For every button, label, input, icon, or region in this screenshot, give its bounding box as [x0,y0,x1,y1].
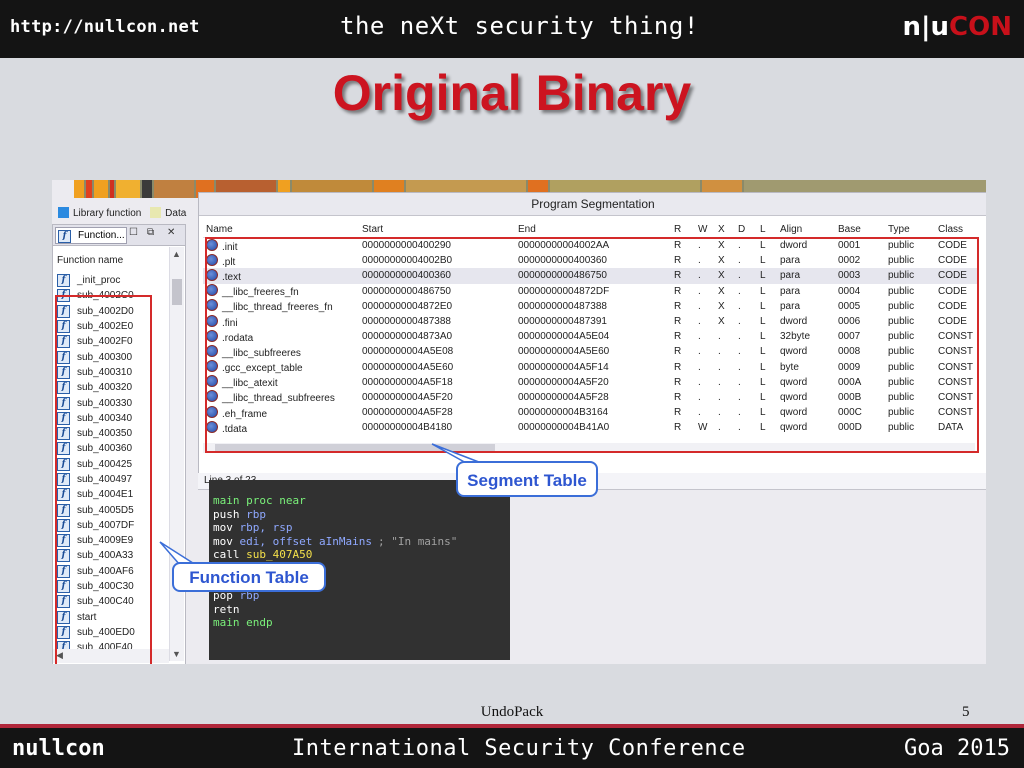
segment-table-callout: Segment Table [456,461,598,497]
function-list-highlight [55,295,152,664]
function-list-scrollbar[interactable]: ▲ ▼ [169,247,184,661]
column-header-align[interactable]: Align [777,221,835,238]
code-line[interactable]: retn [213,603,240,617]
operand: edi, offset aInMains [239,534,372,548]
operand: sub_407A50 [246,548,313,562]
mnemonic: push [213,507,240,521]
close-icon[interactable]: ✕ [167,227,175,238]
function-icon: f [57,274,70,288]
legend: Library function Data [58,207,186,219]
code-line[interactable]: push rbp [213,508,266,522]
operand: rbp, rsp [239,521,293,535]
mnemonic: retn [213,602,240,616]
code-line[interactable]: call sub_407A50 [213,548,312,562]
column-header-x[interactable]: X [715,221,735,238]
mnemonic: mov [213,534,233,548]
code-padding [233,521,240,534]
logo-part-1: n|u [902,12,950,42]
logo-part-2: CON [949,12,1012,42]
functions-window: f Function... ☐ ⧉ ✕ Function name f _init_… [52,224,186,664]
legend-library-label: Library function [73,208,142,219]
top-banner: http://nullcon.net the neXt security thi… [0,0,1024,58]
code-line[interactable]: main endp [213,616,273,630]
legend-data-label: Data [165,208,187,219]
banner-url[interactable]: http://nullcon.net [10,17,200,37]
nullcon-logo: n|uCON [903,12,1012,42]
float-icon[interactable]: ⧉ [147,227,154,238]
function-list-item[interactable]: f _init_proc [57,273,167,288]
tab-functions[interactable]: f Function... [55,227,127,244]
operand: rbp [246,507,266,521]
column-header-class[interactable]: Class [935,221,979,238]
scroll-down-icon[interactable]: ▼ [172,649,181,659]
segment-table-highlight [205,237,979,453]
column-header-l[interactable]: L [757,221,777,238]
column-header-d[interactable]: D [735,221,757,238]
mnemonic: mov [213,521,233,535]
bottom-banner: nullcon International Security Conferenc… [0,728,1024,768]
banner-tagline: the neXt security thing! [340,12,699,40]
bottom-conference: International Security Conference [292,736,746,761]
code-line[interactable]: mov edi, offset aInMains ; "In mains" [213,535,457,549]
code-line[interactable]: main proc near [213,494,306,508]
tab-functions-label: Function... [78,230,125,241]
column-header-type[interactable]: Type [885,221,935,238]
function-name-header[interactable]: Function name [57,255,123,266]
column-header-r[interactable]: R [671,221,695,238]
library-function-swatch [58,207,69,218]
code-comment: ; "In mains" [377,534,458,548]
program-segmentation-window: Program Segmentation Name Start End R W X D L Al… [198,192,986,474]
bottom-nullcon: nullcon [12,736,105,761]
scroll-up-icon[interactable]: ▲ [172,249,181,259]
function-table-callout: Function Table [172,562,326,592]
proc-directive: main proc near [213,494,306,507]
segmentation-title: Program Segmentation [199,193,986,216]
footer-title: UndoPack [480,704,544,720]
code-line[interactable]: mov rbp, rsp [213,521,292,535]
slide-title: Original Binary [332,65,692,121]
function-name: _init_proc [77,275,121,287]
scrollbar-thumb[interactable] [172,279,182,305]
column-header-name[interactable]: Name [203,221,359,238]
slide-number: 5 [962,704,970,720]
data-swatch [150,207,162,218]
functions-tabbar: f Function... ☐ ⧉ ✕ [53,225,185,246]
restore-icon[interactable]: ☐ [129,227,138,238]
function-icon: f [58,230,71,243]
column-header-end[interactable]: End [515,221,671,238]
code-padding [233,535,240,548]
mnemonic: call [213,548,240,562]
column-header-base[interactable]: Base [835,221,885,238]
proc-directive: main endp [213,616,273,630]
segment-table-header: Name Start End R W X D L Align Base Type Class [203,221,979,238]
column-header-start[interactable]: Start [359,221,515,238]
column-header-w[interactable]: W [695,221,715,238]
bottom-location: Goa 2015 [904,736,1010,761]
